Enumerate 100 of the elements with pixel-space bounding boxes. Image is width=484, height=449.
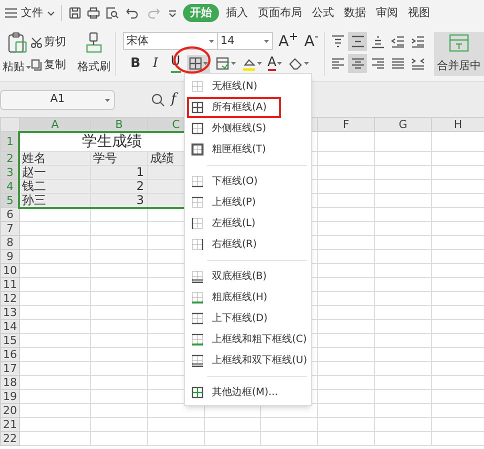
menu-item[interactable]: 粗底框线(H) bbox=[185, 287, 311, 308]
print-preview-icon bbox=[106, 7, 119, 19]
align-icon bbox=[390, 56, 404, 70]
cell-style-button[interactable] bbox=[216, 57, 236, 70]
column-header[interactable]: G bbox=[374, 118, 432, 132]
copy-button[interactable]: 复制 bbox=[31, 56, 78, 73]
menu-item[interactable]: 上下框线(D) bbox=[185, 308, 311, 329]
file-menu[interactable]: 文件 bbox=[21, 4, 43, 22]
align-middle-button[interactable] bbox=[348, 32, 367, 51]
table-cell: 学号 bbox=[93, 151, 117, 165]
menu-item[interactable]: 无框线(N) bbox=[185, 76, 311, 97]
font-size-field[interactable]: 14 bbox=[218, 32, 272, 50]
ribbon-tab[interactable]: 视图 bbox=[406, 4, 432, 22]
table-cell: 成绩 bbox=[150, 151, 174, 165]
cell-style-icon bbox=[216, 57, 230, 70]
row-header[interactable]: 21 bbox=[0, 418, 20, 432]
caret-icon bbox=[304, 62, 310, 66]
row-header[interactable]: 18 bbox=[0, 376, 20, 390]
menu-item[interactable]: 所有框线(A) bbox=[185, 97, 311, 118]
border-style-icon bbox=[191, 175, 204, 188]
border-style-icon bbox=[191, 196, 204, 209]
menu-item[interactable]: 其他边框(M)... bbox=[185, 382, 311, 403]
copy-icon bbox=[31, 58, 42, 71]
menu-item[interactable]: 左框线(L) bbox=[185, 213, 311, 234]
dropdown-icon bbox=[168, 10, 177, 16]
clear-button[interactable] bbox=[288, 57, 310, 70]
row-header[interactable]: 16 bbox=[0, 348, 20, 362]
function-label: f bbox=[171, 90, 176, 109]
table-cell: 3 bbox=[136, 193, 144, 207]
border-style-icon bbox=[191, 217, 204, 230]
clipboard-icon bbox=[6, 32, 27, 53]
name-box[interactable]: A1 bbox=[0, 90, 115, 110]
menu-item[interactable]: 上框线和双下框线(U) bbox=[185, 350, 311, 371]
merge-icon bbox=[449, 34, 469, 52]
ribbon-tab[interactable]: 插入 bbox=[224, 4, 250, 22]
border-style-icon bbox=[191, 386, 204, 399]
table-cell: 姓名 bbox=[22, 151, 46, 165]
cut-button[interactable]: 剪切 bbox=[31, 34, 78, 50]
row-header[interactable]: 7 bbox=[0, 222, 20, 236]
format-painter-icon bbox=[86, 32, 102, 53]
print-icon bbox=[87, 7, 100, 19]
menu-item[interactable]: 粗匣框线(T) bbox=[185, 139, 311, 160]
menu-item[interactable]: 上框线和粗下框线(C) bbox=[185, 329, 311, 350]
align-center-button[interactable] bbox=[348, 54, 367, 73]
caret-icon bbox=[105, 98, 110, 102]
paint-bucket-icon bbox=[242, 56, 256, 71]
font-name-field[interactable]: 宋体 bbox=[122, 32, 218, 50]
align-icon bbox=[410, 34, 424, 48]
bold-button[interactable]: B bbox=[126, 54, 144, 74]
ribbon-tab[interactable]: 公式 bbox=[310, 4, 336, 22]
menu-icon bbox=[5, 8, 17, 18]
border-style-icon bbox=[191, 291, 204, 304]
row-header[interactable]: 9 bbox=[0, 250, 20, 264]
align-icon bbox=[350, 34, 364, 48]
menu-item[interactable]: 下框线(O) bbox=[185, 171, 311, 192]
format-painter-button[interactable]: 格式刷 bbox=[78, 59, 111, 76]
ribbon-tab[interactable]: 页面布局 bbox=[256, 4, 304, 22]
border-style-icon bbox=[191, 143, 204, 156]
menu-item[interactable]: 双底框线(B) bbox=[185, 266, 311, 287]
scissors-icon bbox=[31, 36, 42, 48]
align-icon bbox=[410, 56, 424, 70]
border-style-icon bbox=[191, 354, 204, 367]
row-header[interactable]: 17 bbox=[0, 362, 20, 376]
column-header[interactable]: F bbox=[318, 118, 374, 132]
border-style-icon bbox=[191, 270, 204, 283]
fill-color-button[interactable] bbox=[242, 56, 262, 71]
search-icon bbox=[151, 92, 165, 106]
border-style-icon bbox=[191, 333, 204, 346]
row-header[interactable]: 15 bbox=[0, 334, 20, 348]
caret-icon bbox=[256, 62, 262, 66]
row-header[interactable]: 10 bbox=[0, 264, 20, 278]
border-style-icon bbox=[191, 312, 204, 325]
row-header[interactable]: 20 bbox=[0, 404, 20, 418]
row-header[interactable]: 19 bbox=[0, 390, 20, 404]
shrink-font-button[interactable]: A$^{-}$ bbox=[304, 34, 319, 48]
border-style-icon bbox=[191, 80, 204, 93]
ribbon-tab[interactable]: 数据 bbox=[342, 4, 368, 22]
row-header[interactable]: 12 bbox=[0, 292, 20, 306]
font-color-button[interactable]: A bbox=[268, 56, 282, 72]
align-icon bbox=[390, 34, 404, 48]
row-header[interactable]: 22 bbox=[0, 432, 20, 446]
paste-button[interactable]: 粘贴 bbox=[2, 59, 31, 76]
column-header[interactable]: H bbox=[432, 118, 484, 132]
row-header[interactable]: 13 bbox=[0, 306, 20, 320]
merge-center-button[interactable]: 合并居中 bbox=[434, 32, 484, 76]
caret-icon bbox=[202, 62, 208, 66]
ribbon-tab[interactable]: 审阅 bbox=[374, 4, 400, 22]
row-header[interactable]: 8 bbox=[0, 236, 20, 250]
row-header[interactable]: 6 bbox=[0, 208, 20, 222]
italic-button[interactable]: I bbox=[146, 54, 164, 74]
align-icon bbox=[330, 34, 344, 48]
caret-icon bbox=[208, 40, 214, 42]
menu-item[interactable]: 上框线(P) bbox=[185, 192, 311, 213]
chevron-icon bbox=[47, 10, 55, 16]
row-header[interactable]: 14 bbox=[0, 320, 20, 334]
menu-item[interactable]: 右框线(R) bbox=[185, 234, 311, 255]
grow-font-button[interactable]: A$^{+}$ bbox=[278, 34, 298, 48]
align-icon bbox=[330, 56, 344, 70]
align-icon bbox=[370, 34, 384, 48]
row-header[interactable]: 11 bbox=[0, 278, 20, 292]
